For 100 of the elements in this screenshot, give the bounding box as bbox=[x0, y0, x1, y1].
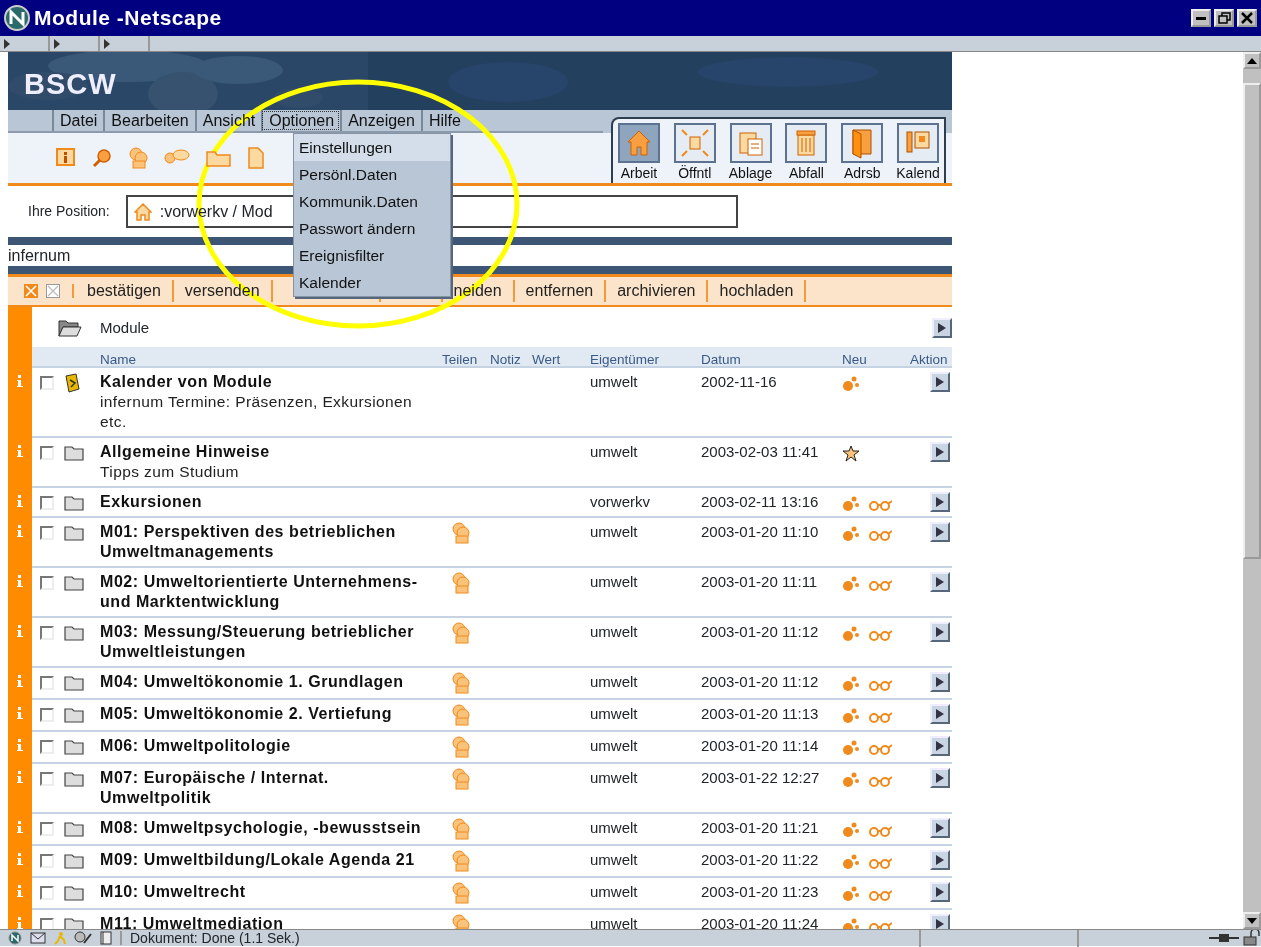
menu-option[interactable]: Ereignisfilter bbox=[294, 242, 450, 269]
glasses-icon[interactable] bbox=[868, 711, 892, 724]
dots-icon[interactable] bbox=[842, 821, 860, 839]
calendar-icon[interactable] bbox=[64, 373, 80, 394]
action-button[interactable] bbox=[930, 522, 950, 542]
action-link[interactable]: entfernen bbox=[514, 280, 607, 302]
dots-icon[interactable] bbox=[842, 495, 860, 512]
item-title[interactable]: Kalender von Module bbox=[100, 372, 442, 392]
menu-option[interactable]: Persönl.Daten bbox=[294, 161, 450, 188]
item-title[interactable]: M08: Umweltpsychologie, -bewusstsein bbox=[100, 818, 442, 839]
folder-icon[interactable] bbox=[64, 675, 84, 692]
action-link[interactable]: hochladen bbox=[708, 280, 807, 302]
action-button[interactable] bbox=[930, 704, 950, 725]
column-header[interactable]: Aktion bbox=[910, 350, 948, 369]
glasses-icon[interactable] bbox=[868, 889, 892, 902]
checkbox[interactable] bbox=[40, 854, 54, 869]
action-button[interactable] bbox=[930, 736, 950, 757]
compose-icon[interactable] bbox=[74, 931, 92, 945]
checkbox[interactable] bbox=[40, 496, 54, 510]
dots-icon[interactable] bbox=[842, 525, 860, 542]
dots-icon[interactable] bbox=[842, 625, 860, 642]
item-title[interactable]: M07: Europäische / Internat. Umweltpolitik bbox=[100, 768, 442, 809]
scrollbar[interactable] bbox=[1243, 52, 1261, 929]
column-header[interactable]: Notiz bbox=[490, 352, 521, 367]
folder-icon[interactable] bbox=[64, 739, 84, 756]
item-title[interactable]: M01: Perspektiven des betrieblichen Umweltmanagements bbox=[100, 522, 442, 562]
checkbox[interactable] bbox=[40, 740, 54, 755]
menu-option[interactable]: Kommunik.Daten bbox=[294, 188, 450, 215]
people-icon[interactable] bbox=[452, 736, 470, 759]
search-icon[interactable] bbox=[92, 148, 112, 168]
action-button[interactable] bbox=[930, 818, 950, 839]
glasses-icon[interactable] bbox=[868, 857, 892, 870]
action-button[interactable] bbox=[930, 372, 950, 392]
column-header[interactable]: Name bbox=[100, 352, 136, 367]
checkbox[interactable] bbox=[40, 526, 54, 540]
column-header[interactable]: Eigentümer bbox=[590, 352, 660, 367]
menu-item[interactable]: Hilfe bbox=[420, 110, 467, 131]
close-button[interactable] bbox=[1237, 9, 1257, 27]
people-icon[interactable] bbox=[452, 572, 470, 595]
minimize-button[interactable] bbox=[1191, 9, 1211, 27]
glasses-icon[interactable] bbox=[868, 775, 892, 788]
scroll-thumb[interactable] bbox=[1243, 83, 1261, 559]
dots-icon[interactable] bbox=[842, 375, 860, 392]
info-icon[interactable] bbox=[17, 675, 23, 687]
action-button[interactable] bbox=[930, 442, 950, 462]
item-title[interactable]: M11: Umweltmediation bbox=[100, 914, 442, 929]
checkbox[interactable] bbox=[40, 918, 54, 929]
glasses-icon[interactable] bbox=[868, 579, 892, 591]
dots-icon[interactable] bbox=[842, 707, 860, 725]
people-icon[interactable] bbox=[452, 818, 470, 841]
checkbox[interactable] bbox=[40, 626, 54, 640]
select-all-icon[interactable] bbox=[24, 284, 38, 298]
action-button[interactable] bbox=[930, 914, 950, 929]
action-button[interactable] bbox=[930, 672, 950, 692]
checkbox[interactable] bbox=[40, 772, 54, 787]
netscape-icon[interactable] bbox=[8, 931, 22, 945]
checkbox[interactable] bbox=[40, 886, 54, 901]
glasses-icon[interactable] bbox=[868, 499, 892, 511]
folder-icon[interactable] bbox=[64, 853, 84, 870]
menu-item[interactable]: Datei bbox=[52, 110, 104, 131]
checkbox[interactable] bbox=[40, 376, 54, 390]
people-icon[interactable] bbox=[128, 147, 148, 169]
info-icon[interactable] bbox=[17, 445, 23, 457]
folder-icon[interactable] bbox=[64, 885, 84, 902]
star-icon[interactable] bbox=[842, 445, 860, 462]
item-title[interactable]: M10: Umweltrecht bbox=[100, 882, 442, 903]
people-icon[interactable] bbox=[452, 622, 470, 645]
people-icon[interactable] bbox=[452, 768, 470, 791]
info-icon[interactable] bbox=[17, 525, 23, 537]
dots-icon[interactable] bbox=[842, 885, 860, 903]
dots-icon[interactable] bbox=[842, 771, 860, 789]
glasses-icon[interactable] bbox=[868, 825, 892, 838]
menu-item[interactable]: Bearbeiten bbox=[103, 110, 195, 131]
info-icon[interactable] bbox=[17, 375, 23, 387]
info-icon[interactable] bbox=[17, 853, 23, 866]
folder-icon[interactable] bbox=[64, 821, 84, 838]
column-header[interactable]: Wert bbox=[532, 352, 561, 367]
glasses-icon[interactable] bbox=[868, 529, 892, 541]
folder-icon[interactable] bbox=[64, 525, 84, 542]
column-header[interactable]: Teilen bbox=[442, 352, 478, 367]
people-icon[interactable] bbox=[452, 850, 470, 873]
folder-icon[interactable] bbox=[64, 707, 84, 724]
info-icon[interactable] bbox=[17, 495, 23, 507]
mail-icon[interactable] bbox=[30, 932, 46, 944]
menu-item[interactable]: Anzeigen bbox=[340, 110, 421, 131]
notebook-icon[interactable] bbox=[100, 931, 112, 945]
info-icon[interactable] bbox=[17, 707, 23, 720]
info-icon[interactable] bbox=[17, 917, 23, 929]
action-link[interactable]: bestätigen bbox=[76, 280, 174, 302]
column-header[interactable]: Neu bbox=[842, 352, 867, 367]
info-icon[interactable] bbox=[17, 771, 23, 784]
item-title[interactable]: M02: Umweltorientierte Unternehmens- und Marktentwicklung bbox=[100, 572, 442, 612]
info-icon[interactable] bbox=[17, 739, 23, 752]
checkbox[interactable] bbox=[40, 576, 54, 590]
item-title[interactable]: M05: Umweltökonomie 2. Vertiefung bbox=[100, 704, 442, 725]
column-header[interactable]: Datum bbox=[701, 352, 741, 367]
info-icon[interactable] bbox=[17, 575, 23, 587]
info-icon[interactable] bbox=[17, 821, 23, 834]
folder-icon[interactable] bbox=[64, 771, 84, 788]
item-title[interactable]: M04: Umweltökonomie 1. Grundlagen bbox=[100, 672, 442, 692]
